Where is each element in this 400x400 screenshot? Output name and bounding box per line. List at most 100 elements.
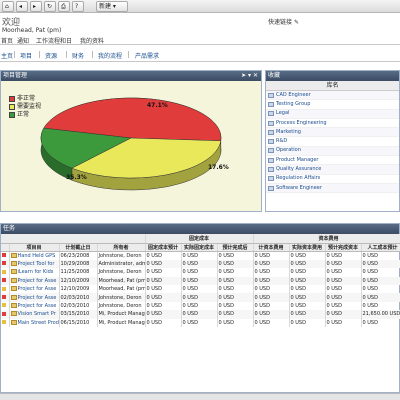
column-header[interactable]: 所有者 xyxy=(97,243,146,252)
cost-cell: 0 USD xyxy=(253,276,290,285)
table-row[interactable]: Hand Held GPS 06/23/2008 Johnstone, Deron 0… xyxy=(1,251,400,260)
back-icon[interactable]: ◂ xyxy=(16,1,28,12)
favorite-item-label[interactable]: Quality Assurance xyxy=(276,165,321,174)
project-name-link[interactable]: Project for Asse xyxy=(18,303,57,309)
cost-cell: 0 USD xyxy=(145,276,182,285)
tab-my-process[interactable]: 我的流程 xyxy=(98,51,122,60)
forward-icon[interactable]: ▸ xyxy=(30,1,42,12)
favorite-item[interactable]: Testing Group xyxy=(266,100,399,110)
favorite-item[interactable]: CAD Engineer xyxy=(266,91,399,101)
table-row[interactable]: Project for Asse 02/03/2010 Johnstone, Der… xyxy=(1,301,400,311)
project-name-cell[interactable]: Project for Asse xyxy=(9,301,60,311)
project-name-link[interactable]: Project Tool for xyxy=(18,261,55,267)
project-name-cell[interactable]: iLearn for Kids xyxy=(9,268,60,277)
table-row[interactable]: Project for Asse 02/03/2010 Johnstone, Der… xyxy=(1,293,400,302)
table-row[interactable]: Project for Asse 12/10/2009 Moorhead, Pat … xyxy=(1,284,400,294)
cost-cell: 0 USD xyxy=(253,301,290,311)
project-name-cell[interactable]: Hand Held GPS xyxy=(9,251,60,260)
due-date-cell: 12/10/2009 xyxy=(59,284,98,294)
cost-cell: 0 USD xyxy=(181,284,218,294)
new-button[interactable]: 新建 ▾ xyxy=(96,1,128,12)
tab-finance[interactable]: 财务 xyxy=(72,51,84,60)
table-row[interactable]: Project Tool for 10/29/2008 Administrator,… xyxy=(1,259,400,269)
column-header[interactable]: 项目目 xyxy=(9,243,60,252)
project-name-link[interactable]: Project for Asse xyxy=(18,278,57,284)
favorite-item[interactable]: Process Engineering xyxy=(266,119,399,129)
tab-resources[interactable]: 资源 xyxy=(45,51,57,60)
favorite-item[interactable]: Marketing xyxy=(266,128,399,138)
table-row[interactable]: Project for Asse 12/10/2009 Moorhead, Pat … xyxy=(1,276,400,285)
table-row[interactable]: iLearn for Kids 11/25/2008 Johnstone, Dero… xyxy=(1,268,400,277)
owner-cell[interactable]: Johnstone, Deron xyxy=(97,268,146,277)
table-row[interactable]: Main Street Prod 06/15/2010 Mi, Product Ma… xyxy=(1,318,400,327)
favorite-item[interactable]: R&D xyxy=(266,137,399,147)
project-name-link[interactable]: Hand Held GPS xyxy=(18,253,56,259)
library-icon xyxy=(268,185,274,191)
favorite-item-label[interactable]: Operation xyxy=(276,146,301,155)
nav-item-workflow[interactable]: 工作流程和日 xyxy=(36,36,72,45)
favorite-item[interactable]: Regulation Affairs xyxy=(266,175,399,184)
favorite-item-label[interactable]: Process Engineering xyxy=(276,119,327,128)
favorite-item-label[interactable]: Testing Group xyxy=(276,100,310,109)
owner-cell[interactable]: Mi, Product Manage xyxy=(97,310,146,319)
favorite-item-label[interactable]: R&D xyxy=(276,137,287,146)
nav-item-home[interactable]: 首页 xyxy=(1,36,13,45)
favorite-item-label[interactable]: Software Engineer xyxy=(276,184,322,193)
home-icon[interactable]: ⌂ xyxy=(2,1,14,12)
column-header[interactable]: 预计完成后 xyxy=(217,243,254,252)
panel-tools-icons[interactable]: ➤ ▾ ✕ xyxy=(241,71,258,81)
tab-home[interactable]: 主页 xyxy=(1,51,13,60)
tab-product-requirements[interactable]: 产品需求 xyxy=(135,51,159,60)
project-name-cell[interactable]: Project for Asse xyxy=(9,293,60,302)
favorite-item-label[interactable]: Product Manager xyxy=(276,156,319,165)
refresh-icon[interactable]: ↻ xyxy=(44,1,56,12)
favorite-item[interactable]: Operation xyxy=(266,146,399,157)
edit-icon[interactable]: ✎ xyxy=(294,19,299,26)
column-header-library-name[interactable]: 库名 xyxy=(266,81,399,91)
owner-cell[interactable]: Johnstone, Deron xyxy=(97,293,146,302)
favorite-item[interactable]: Legal xyxy=(266,109,399,119)
project-icon xyxy=(10,319,17,325)
owner-cell[interactable]: Administrator, admin xyxy=(97,259,146,269)
favorite-item-label[interactable]: Regulation Affairs xyxy=(276,174,320,183)
column-header[interactable] xyxy=(1,243,10,252)
project-name-cell[interactable]: Main Street Prod xyxy=(9,318,60,327)
favorite-item-label[interactable]: CAD Engineer xyxy=(276,91,311,100)
project-name-cell[interactable]: Project for Asse xyxy=(9,276,60,285)
print-icon[interactable]: ⎙ xyxy=(58,1,70,12)
project-name-cell[interactable]: Project for Asse xyxy=(9,284,60,294)
column-header[interactable]: 实际固定成本 xyxy=(181,243,218,252)
favorite-item-label[interactable]: Marketing xyxy=(276,128,301,137)
project-name-link[interactable]: Vision Smart Pr xyxy=(18,311,56,317)
project-name-cell[interactable]: Vision Smart Pr xyxy=(9,310,60,319)
column-header[interactable]: 实际资本费用 xyxy=(289,243,326,252)
owner-cell[interactable]: Moorhead, Pat (pm) xyxy=(97,284,146,294)
owner-cell[interactable]: Moorhead, Pat (pm) xyxy=(97,276,146,285)
nav-item-notifications[interactable]: 通知 xyxy=(17,36,29,45)
nav-item-profile[interactable]: 我的资料 xyxy=(80,36,104,45)
project-name-link[interactable]: Project for Asse xyxy=(18,295,57,301)
group-header-fixed-cost: 固定成本 xyxy=(145,234,254,244)
project-name-link[interactable]: iLearn for Kids xyxy=(18,269,54,275)
column-header[interactable]: 计划截止日 xyxy=(59,243,98,252)
project-name-link[interactable]: Project for Asse xyxy=(18,286,57,292)
column-header[interactable]: 固定成本预计 xyxy=(145,243,182,252)
column-header[interactable]: 计资本费用 xyxy=(253,243,290,252)
column-header[interactable]: 预计完成资本 xyxy=(325,243,362,252)
tab-projects[interactable]: 项目 xyxy=(20,51,32,60)
cost-cell: 0 USD xyxy=(325,293,362,302)
table-row[interactable]: Vision Smart Pr 03/15/2010 Mi, Product Man… xyxy=(1,310,400,319)
column-header[interactable]: 人工成本预计 xyxy=(361,243,400,252)
favorite-item[interactable]: Software Engineer xyxy=(266,183,399,194)
owner-cell[interactable]: Johnstone, Deron xyxy=(97,301,146,311)
owner-cell[interactable]: Mi, Product Manage xyxy=(97,318,146,327)
project-name-cell[interactable]: Project Tool for xyxy=(9,259,60,269)
quick-links[interactable]: 快速链接 ✎ xyxy=(268,17,299,26)
help-icon[interactable]: ? xyxy=(72,1,84,12)
project-name-link[interactable]: Main Street Prod xyxy=(18,320,59,326)
owner-cell[interactable]: Johnstone, Deron xyxy=(97,251,146,260)
favorite-item-label[interactable]: Legal xyxy=(276,109,289,118)
favorite-item[interactable]: Quality Assurance xyxy=(266,165,399,175)
cost-cell: 0 USD xyxy=(217,259,254,269)
favorite-item[interactable]: Product Manager xyxy=(266,156,399,166)
